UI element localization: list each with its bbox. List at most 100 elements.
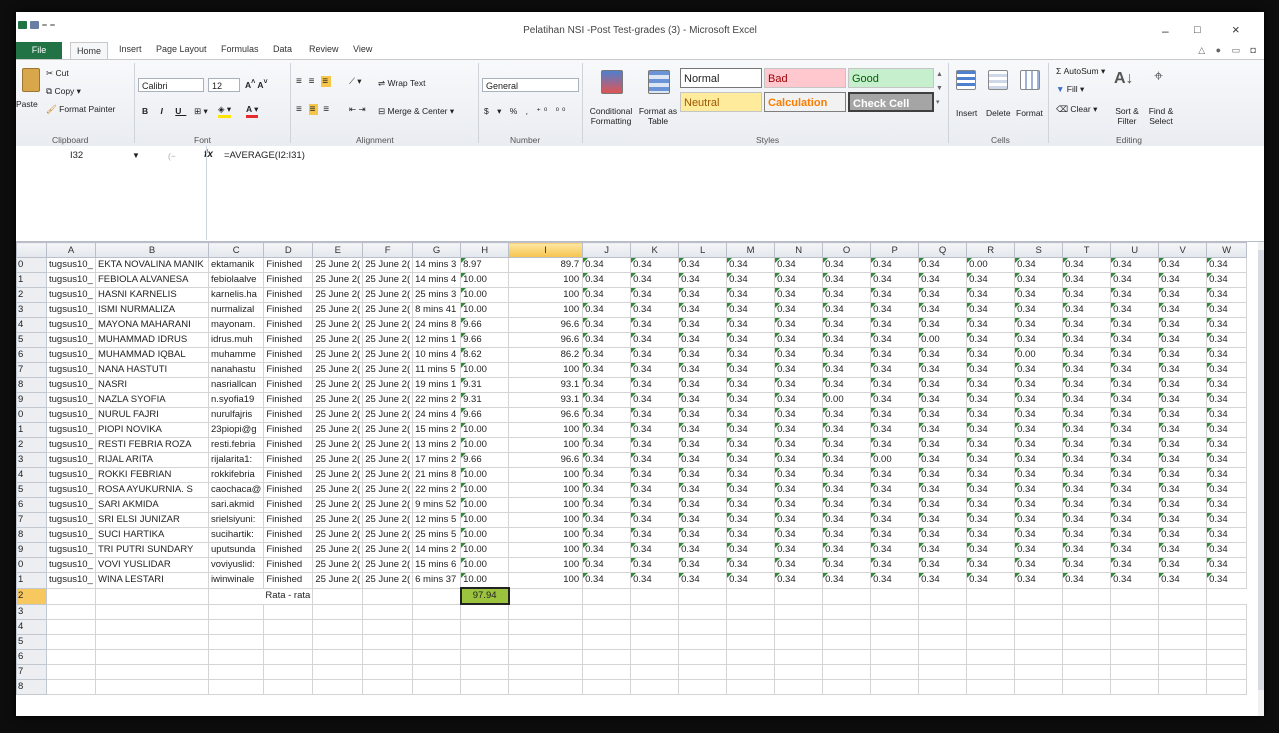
cell[interactable] [207, 649, 265, 665]
cell[interactable]: 0.00 [918, 332, 968, 348]
cell[interactable]: 0.34 [582, 332, 632, 348]
cell[interactable]: 25 June 2( [312, 437, 364, 453]
cell[interactable] [263, 649, 314, 665]
cell[interactable] [678, 679, 728, 695]
cell[interactable]: ROSA AYUKURNIA. S [95, 482, 209, 498]
paste-button[interactable]: Paste [16, 99, 38, 109]
cell[interactable]: Finished [263, 437, 314, 453]
cell[interactable]: tugsus10_ [46, 347, 96, 363]
cell[interactable]: 0.34 [918, 557, 968, 573]
cell[interactable]: 25 June 2( [362, 467, 414, 483]
cell[interactable]: 100 [508, 467, 584, 483]
cell[interactable] [1206, 619, 1248, 635]
cell[interactable] [1158, 587, 1208, 605]
cell[interactable]: Finished [263, 332, 314, 348]
cell[interactable]: 0.34 [678, 542, 728, 558]
cell[interactable]: 0.34 [678, 452, 728, 468]
cell[interactable]: 0.34 [870, 512, 920, 528]
cell[interactable]: 0.34 [630, 407, 680, 423]
cell[interactable]: 25 June 2( [362, 422, 414, 438]
cell[interactable] [1158, 603, 1208, 620]
cell[interactable]: EKTA NOVALINA MANIK [95, 257, 209, 273]
cell[interactable]: nanahastu [207, 362, 265, 378]
sort-filter-button[interactable]: Sort & Filter [1112, 106, 1142, 126]
cell[interactable]: 0.34 [1110, 362, 1160, 378]
cell[interactable]: 25 June 2( [362, 302, 414, 318]
cell[interactable] [678, 619, 728, 635]
cell[interactable]: 0.34 [774, 317, 824, 333]
cell[interactable]: 0.34 [774, 347, 824, 363]
cell[interactable]: 100 [508, 527, 584, 543]
cell[interactable]: 0.34 [1158, 362, 1208, 378]
cell[interactable]: 9.31 [460, 392, 510, 408]
format-cells-icon[interactable] [1020, 70, 1040, 90]
cell[interactable]: 0.34 [1014, 302, 1064, 318]
cell[interactable]: 0.34 [870, 572, 920, 589]
cell[interactable]: 0.34 [678, 377, 728, 393]
cell[interactable] [774, 619, 824, 635]
cell[interactable]: 0.34 [678, 437, 728, 453]
cell[interactable]: 0.34 [726, 407, 776, 423]
cell[interactable]: 0.34 [918, 497, 968, 513]
format-cells-button[interactable]: Format [1016, 108, 1043, 118]
style-normal[interactable]: Normal [680, 68, 762, 88]
cell[interactable]: 0.34 [1110, 317, 1160, 333]
cell[interactable]: 0.34 [1206, 347, 1248, 363]
cell[interactable] [95, 619, 209, 635]
cell[interactable]: 10.00 [460, 572, 510, 589]
cell[interactable] [46, 649, 96, 665]
cell[interactable]: 0.34 [774, 542, 824, 558]
cell[interactable]: 0.34 [966, 272, 1016, 288]
cell[interactable] [678, 587, 728, 605]
cell[interactable]: 0.34 [1206, 512, 1248, 528]
column-header-l[interactable]: L [678, 242, 728, 258]
indent-icons[interactable]: ⇤ ⇥ [349, 104, 366, 115]
minimize-button[interactable]: – [1162, 24, 1169, 38]
cell[interactable] [312, 664, 364, 680]
cell[interactable]: 10.00 [460, 302, 510, 318]
cell[interactable]: 0.34 [726, 512, 776, 528]
cell[interactable]: 25 June 2( [312, 332, 364, 348]
cell[interactable] [1110, 664, 1160, 680]
cell[interactable]: 9.66 [460, 317, 510, 333]
grow-font-icon[interactable]: A˄ A˅ [245, 78, 268, 90]
cell[interactable]: 100 [508, 272, 584, 288]
cell[interactable]: 0.34 [582, 392, 632, 408]
row-header[interactable]: 8 [16, 527, 47, 543]
cell[interactable]: nurmalizal [207, 302, 265, 318]
format-painter-button[interactable]: 🖌 Format Painter [46, 104, 115, 115]
cell[interactable]: 0.34 [1110, 542, 1160, 558]
merge-center-button[interactable]: ⊟ Merge & Center ▾ [378, 106, 454, 117]
cell[interactable]: WINA LESTARI [95, 572, 209, 589]
row-header[interactable]: 3 [16, 452, 47, 468]
cell[interactable]: 0.34 [582, 527, 632, 543]
row-header[interactable]: 8 [16, 377, 47, 393]
cell[interactable]: NAZLA SYOFIA [95, 392, 209, 408]
cell[interactable]: 0.34 [966, 572, 1016, 589]
cell[interactable]: voviyuslid: [207, 557, 265, 573]
cell[interactable]: 0.34 [726, 557, 776, 573]
cell[interactable]: 0.34 [822, 527, 872, 543]
cell[interactable] [362, 679, 414, 695]
cell[interactable]: PIOPI NOVIKA [95, 422, 209, 438]
cell[interactable]: 0.34 [630, 542, 680, 558]
cell[interactable]: iwinwinale [207, 572, 265, 589]
cell[interactable] [774, 649, 824, 665]
cell[interactable] [774, 603, 824, 620]
cell[interactable]: 0.34 [1206, 527, 1248, 543]
cell[interactable]: 0.34 [1062, 287, 1112, 303]
cell[interactable]: 25 June 2( [362, 287, 414, 303]
cell[interactable] [362, 587, 414, 605]
cell[interactable]: 25 June 2( [362, 377, 414, 393]
cell[interactable] [412, 619, 462, 635]
cell[interactable]: 0.34 [678, 272, 728, 288]
cell[interactable]: Finished [263, 407, 314, 423]
cell[interactable]: NANA HASTUTI [95, 362, 209, 378]
cell[interactable]: 0.34 [1158, 527, 1208, 543]
cell[interactable] [1062, 619, 1112, 635]
cell[interactable]: 0.34 [870, 362, 920, 378]
row-header[interactable]: 4 [16, 467, 47, 483]
cell[interactable] [508, 679, 584, 695]
cell[interactable]: 0.34 [918, 317, 968, 333]
cell[interactable]: 0.34 [678, 362, 728, 378]
